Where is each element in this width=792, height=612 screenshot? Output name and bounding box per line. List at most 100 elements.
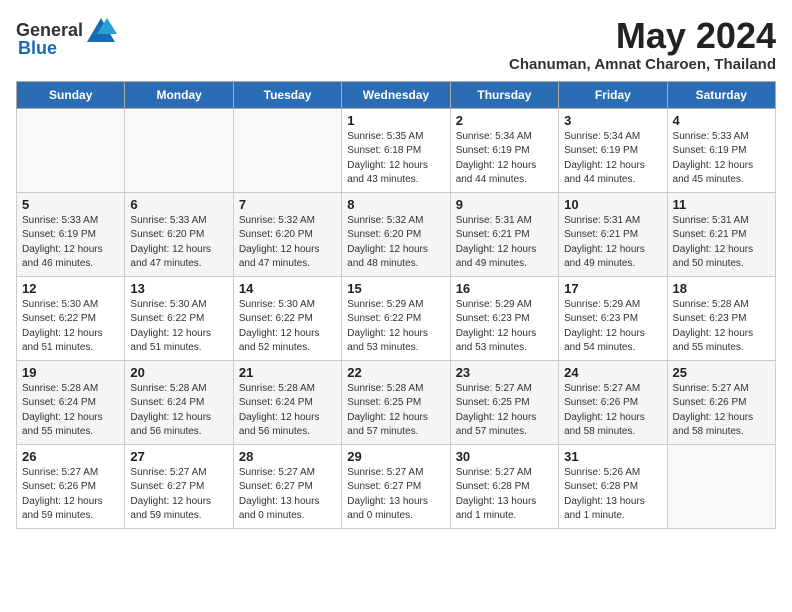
calendar-cell: 29 Sunrise: 5:27 AM Sunset: 6:27 PM Dayli… <box>342 444 450 528</box>
calendar-cell <box>667 444 775 528</box>
week-row-2: 5 Sunrise: 5:33 AM Sunset: 6:19 PM Daylig… <box>17 192 776 276</box>
day-info: Sunrise: 5:29 AM Sunset: 6:23 PM Dayligh… <box>456 298 553 356</box>
day-info: Sunrise: 5:27 AM Sunset: 6:26 PM Dayligh… <box>22 466 119 524</box>
day-info: Sunrise: 5:28 AM Sunset: 6:24 PM Dayligh… <box>22 382 119 440</box>
day-info: Sunrise: 5:31 AM Sunset: 6:21 PM Dayligh… <box>456 214 553 272</box>
day-info: Sunrise: 5:32 AM Sunset: 6:20 PM Dayligh… <box>347 214 444 272</box>
calendar-cell: 16 Sunrise: 5:29 AM Sunset: 6:23 PM Dayli… <box>450 276 558 360</box>
day-info: Sunrise: 5:30 AM Sunset: 6:22 PM Dayligh… <box>130 298 227 356</box>
day-number: 21 <box>239 365 336 380</box>
day-number: 5 <box>22 197 119 212</box>
day-number: 7 <box>239 197 336 212</box>
day-number: 6 <box>130 197 227 212</box>
day-header-friday: Friday <box>559 81 667 108</box>
day-number: 26 <box>22 449 119 464</box>
day-info: Sunrise: 5:29 AM Sunset: 6:23 PM Dayligh… <box>564 298 661 356</box>
day-info: Sunrise: 5:33 AM Sunset: 6:19 PM Dayligh… <box>22 214 119 272</box>
calendar-header-row: SundayMondayTuesdayWednesdayThursdayFrid… <box>17 81 776 108</box>
day-info: Sunrise: 5:31 AM Sunset: 6:21 PM Dayligh… <box>564 214 661 272</box>
day-info: Sunrise: 5:30 AM Sunset: 6:22 PM Dayligh… <box>239 298 336 356</box>
day-number: 4 <box>673 113 770 128</box>
calendar-cell: 24Sunrise: 5:27 AM Sunset: 6:26 PM Dayli… <box>559 360 667 444</box>
day-info: Sunrise: 5:32 AM Sunset: 6:20 PM Dayligh… <box>239 214 336 272</box>
day-header-sunday: Sunday <box>17 81 125 108</box>
day-number: 16 <box>456 281 553 296</box>
calendar-cell: 2 Sunrise: 5:34 AM Sunset: 6:19 PM Daylig… <box>450 108 558 192</box>
calendar-cell <box>17 108 125 192</box>
calendar-cell: 1 Sunrise: 5:35 AM Sunset: 6:18 PM Daylig… <box>342 108 450 192</box>
day-number: 2 <box>456 113 553 128</box>
day-header-monday: Monday <box>125 81 233 108</box>
day-info: Sunrise: 5:30 AM Sunset: 6:22 PM Dayligh… <box>22 298 119 356</box>
logo-blue: Blue <box>18 38 57 59</box>
day-number: 30 <box>456 449 553 464</box>
day-number: 9 <box>456 197 553 212</box>
calendar-cell: 8 Sunrise: 5:32 AM Sunset: 6:20 PM Daylig… <box>342 192 450 276</box>
day-info: Sunrise: 5:27 AM Sunset: 6:27 PM Dayligh… <box>347 466 444 524</box>
day-info: Sunrise: 5:29 AM Sunset: 6:22 PM Dayligh… <box>347 298 444 356</box>
calendar-table: SundayMondayTuesdayWednesdayThursdayFrid… <box>16 81 776 529</box>
day-number: 14 <box>239 281 336 296</box>
day-number: 1 <box>347 113 444 128</box>
calendar-cell: 3 Sunrise: 5:34 AM Sunset: 6:19 PM Daylig… <box>559 108 667 192</box>
day-number: 3 <box>564 113 661 128</box>
day-number: 27 <box>130 449 227 464</box>
day-number: 10 <box>564 197 661 212</box>
day-info: Sunrise: 5:27 AM Sunset: 6:25 PM Dayligh… <box>456 382 553 440</box>
calendar-cell: 17 Sunrise: 5:29 AM Sunset: 6:23 PM Dayli… <box>559 276 667 360</box>
day-number: 18 <box>673 281 770 296</box>
calendar-cell: 7 Sunrise: 5:32 AM Sunset: 6:20 PM Daylig… <box>233 192 341 276</box>
calendar-cell: 4 Sunrise: 5:33 AM Sunset: 6:19 PM Daylig… <box>667 108 775 192</box>
day-info: Sunrise: 5:27 AM Sunset: 6:26 PM Dayligh… <box>564 382 661 440</box>
calendar-cell: 30Sunrise: 5:27 AM Sunset: 6:28 PM Dayli… <box>450 444 558 528</box>
day-number: 28 <box>239 449 336 464</box>
day-header-wednesday: Wednesday <box>342 81 450 108</box>
day-info: Sunrise: 5:28 AM Sunset: 6:24 PM Dayligh… <box>130 382 227 440</box>
day-info: Sunrise: 5:34 AM Sunset: 6:19 PM Dayligh… <box>456 130 553 188</box>
logo-icon <box>85 16 117 44</box>
day-info: Sunrise: 5:35 AM Sunset: 6:18 PM Dayligh… <box>347 130 444 188</box>
calendar-cell: 19 Sunrise: 5:28 AM Sunset: 6:24 PM Dayli… <box>17 360 125 444</box>
day-info: Sunrise: 5:28 AM Sunset: 6:24 PM Dayligh… <box>239 382 336 440</box>
day-number: 8 <box>347 197 444 212</box>
week-row-3: 12 Sunrise: 5:30 AM Sunset: 6:22 PM Dayli… <box>17 276 776 360</box>
day-number: 11 <box>673 197 770 212</box>
day-number: 15 <box>347 281 444 296</box>
calendar-cell: 28Sunrise: 5:27 AM Sunset: 6:27 PM Dayli… <box>233 444 341 528</box>
day-info: Sunrise: 5:27 AM Sunset: 6:26 PM Dayligh… <box>673 382 770 440</box>
day-number: 12 <box>22 281 119 296</box>
calendar-body: 1 Sunrise: 5:35 AM Sunset: 6:18 PM Daylig… <box>17 108 776 528</box>
calendar-cell: 9 Sunrise: 5:31 AM Sunset: 6:21 PM Daylig… <box>450 192 558 276</box>
day-info: Sunrise: 5:34 AM Sunset: 6:19 PM Dayligh… <box>564 130 661 188</box>
calendar-cell: 22Sunrise: 5:28 AM Sunset: 6:25 PM Dayli… <box>342 360 450 444</box>
day-number: 13 <box>130 281 227 296</box>
week-row-1: 1 Sunrise: 5:35 AM Sunset: 6:18 PM Daylig… <box>17 108 776 192</box>
day-number: 17 <box>564 281 661 296</box>
day-info: Sunrise: 5:27 AM Sunset: 6:27 PM Dayligh… <box>130 466 227 524</box>
calendar-cell: 5 Sunrise: 5:33 AM Sunset: 6:19 PM Daylig… <box>17 192 125 276</box>
day-number: 19 <box>22 365 119 380</box>
day-info: Sunrise: 5:33 AM Sunset: 6:19 PM Dayligh… <box>673 130 770 188</box>
title-block: May 2024 Chanuman, Amnat Charoen, Thaila… <box>509 16 776 73</box>
calendar-cell: 25Sunrise: 5:27 AM Sunset: 6:26 PM Dayli… <box>667 360 775 444</box>
calendar-cell: 27 Sunrise: 5:27 AM Sunset: 6:27 PM Dayli… <box>125 444 233 528</box>
calendar-cell: 23Sunrise: 5:27 AM Sunset: 6:25 PM Dayli… <box>450 360 558 444</box>
calendar-cell <box>125 108 233 192</box>
calendar-cell: 26 Sunrise: 5:27 AM Sunset: 6:26 PM Dayli… <box>17 444 125 528</box>
calendar-cell: 15 Sunrise: 5:29 AM Sunset: 6:22 PM Dayli… <box>342 276 450 360</box>
calendar-cell: 11 Sunrise: 5:31 AM Sunset: 6:21 PM Dayli… <box>667 192 775 276</box>
day-number: 29 <box>347 449 444 464</box>
day-info: Sunrise: 5:28 AM Sunset: 6:23 PM Dayligh… <box>673 298 770 356</box>
day-info: Sunrise: 5:26 AM Sunset: 6:28 PM Dayligh… <box>564 466 661 524</box>
calendar-cell: 18 Sunrise: 5:28 AM Sunset: 6:23 PM Dayli… <box>667 276 775 360</box>
day-number: 20 <box>130 365 227 380</box>
day-info: Sunrise: 5:31 AM Sunset: 6:21 PM Dayligh… <box>673 214 770 272</box>
calendar-cell: 6 Sunrise: 5:33 AM Sunset: 6:20 PM Daylig… <box>125 192 233 276</box>
day-number: 22 <box>347 365 444 380</box>
calendar-cell: 20 Sunrise: 5:28 AM Sunset: 6:24 PM Dayli… <box>125 360 233 444</box>
location: Chanuman, Amnat Charoen, Thailand <box>509 56 776 73</box>
day-info: Sunrise: 5:33 AM Sunset: 6:20 PM Dayligh… <box>130 214 227 272</box>
calendar-cell: 14 Sunrise: 5:30 AM Sunset: 6:22 PM Dayli… <box>233 276 341 360</box>
day-header-tuesday: Tuesday <box>233 81 341 108</box>
calendar-cell: 21 Sunrise: 5:28 AM Sunset: 6:24 PM Dayli… <box>233 360 341 444</box>
